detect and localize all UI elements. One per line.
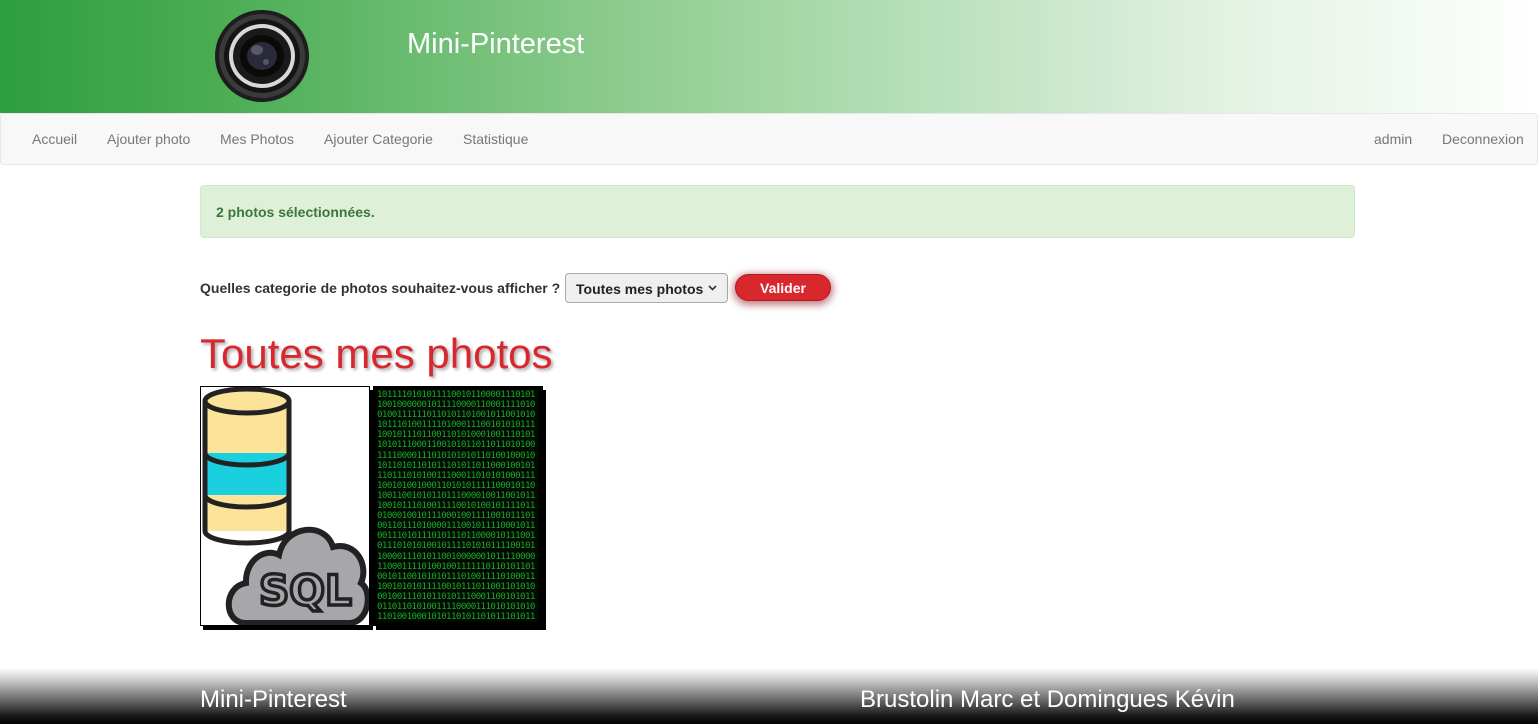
site-title[interactable]: Mini-Pinterest [407, 28, 584, 61]
sql-database-cloud-icon: SQL [202, 387, 369, 625]
nav-item-ajouter-categorie[interactable]: Ajouter Categorie [324, 131, 433, 147]
footer-site-name: Mini-Pinterest [200, 686, 347, 713]
camera-lens-icon[interactable] [213, 8, 311, 104]
footer-authors: Brustolin Marc et Domingues Kévin [860, 686, 1235, 713]
nav-item-mes-photos[interactable]: Mes Photos [220, 131, 294, 147]
category-filter-label: Quelles categorie de photos souhaitez-vo… [200, 280, 561, 296]
chevron-down-icon [708, 285, 717, 291]
svg-text:SQL: SQL [259, 566, 352, 615]
category-select-value: Toutes mes photos [576, 281, 704, 297]
header-banner: Mini-Pinterest [0, 0, 1538, 113]
nav-item-deconnexion[interactable]: Deconnexion [1442, 131, 1524, 147]
success-alert: 2 photos sélectionnées. [200, 185, 1355, 238]
navbar: Accueil Ajouter photo Mes Photos Ajouter… [0, 113, 1538, 165]
alert-message: 2 photos sélectionnées. [216, 204, 375, 220]
nav-item-ajouter-photo[interactable]: Ajouter photo [107, 131, 190, 147]
nav-item-accueil[interactable]: Accueil [32, 131, 77, 147]
binary-code-icon: 1011110101011110010110000111010110010000… [377, 390, 539, 622]
photo-card[interactable]: SQL [200, 386, 370, 626]
nav-item-statistique[interactable]: Statistique [463, 131, 528, 147]
category-select[interactable]: Toutes mes photos [565, 273, 728, 303]
photo-card[interactable]: 1011110101011110010110000111010110010000… [373, 386, 543, 626]
nav-item-admin[interactable]: admin [1374, 131, 1412, 147]
footer: Mini-Pinterest Brustolin Marc et Domingu… [0, 668, 1538, 724]
section-title: Toutes mes photos [200, 330, 553, 377]
validate-button[interactable]: Valider [735, 274, 831, 301]
